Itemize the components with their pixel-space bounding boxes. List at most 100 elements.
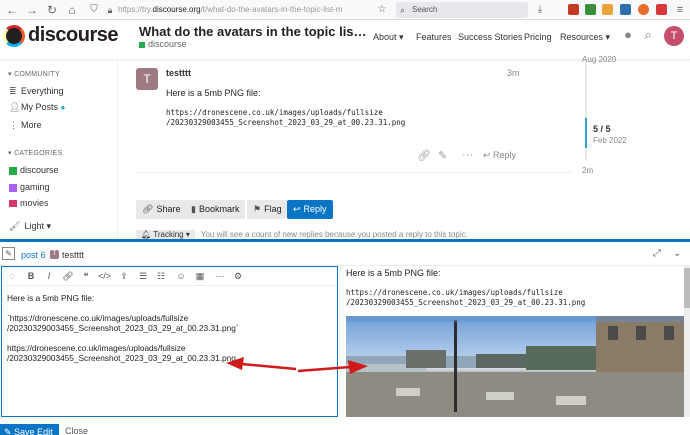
timeline-last-post-ago[interactable]: 2m — [582, 166, 593, 175]
blockquote-icon[interactable]: ❝ — [80, 270, 92, 282]
quote-bubble-icon[interactable]: ◌ — [6, 270, 18, 282]
bold-icon[interactable]: B — [25, 270, 37, 282]
browser-search-input[interactable]: ⌕ Search — [396, 2, 528, 18]
post-avatar[interactable]: T — [136, 68, 158, 90]
share-label: Share — [156, 204, 181, 214]
expand-icon[interactable]: ⤢ — [653, 248, 661, 259]
nav-success-stories[interactable]: Success Stories — [458, 32, 523, 42]
nav-features[interactable]: Features — [416, 32, 452, 42]
sidebar-item-label: More — [21, 120, 42, 130]
save-edit-button[interactable]: ✎ Save Edit — [0, 424, 59, 435]
code-icon[interactable]: </> — [98, 270, 111, 282]
nav-resources[interactable]: Resources ▾ — [560, 32, 610, 43]
browser-search-placeholder: Search — [412, 5, 438, 14]
flag-button[interactable]: ⚑ Flag — [247, 200, 288, 219]
calendar-icon[interactable]: ▦ — [194, 270, 206, 282]
search-icon[interactable]: ⌕ — [640, 27, 656, 43]
link-icon[interactable]: 🔗︎ — [62, 270, 74, 282]
download-icon[interactable]: ⤓ — [532, 2, 548, 18]
sidebar-item-label: Everything — [21, 86, 64, 96]
preview-image — [346, 316, 688, 417]
extension-icon-puzzle[interactable] — [602, 4, 613, 15]
composer-reply-user[interactable]: testttt — [62, 250, 84, 260]
stack-icon: ≣ — [9, 86, 17, 96]
category-color-badge — [9, 183, 17, 192]
timeline-current-date: Feb 2022 — [593, 136, 627, 145]
composer-action-pencil-icon[interactable]: ✎ — [2, 247, 15, 260]
post-username[interactable]: testttt — [166, 68, 191, 78]
timeline-handle[interactable] — [585, 118, 587, 148]
shield-icon[interactable]: ⛉ — [86, 2, 102, 18]
chat-bubble-icon[interactable]: ● — [620, 27, 636, 43]
theme-selector[interactable]: 🖌︎ Light ▾ — [9, 221, 51, 232]
nav-pricing[interactable]: Pricing — [524, 32, 552, 42]
extension-icon-orange[interactable] — [638, 4, 649, 15]
reply-label: Reply — [303, 204, 327, 214]
bookmark-button[interactable]: ▮ Bookmark — [185, 200, 246, 219]
tracking-label: Tracking — [153, 230, 184, 239]
sidebar-item-everything[interactable]: ≣ Everything — [9, 86, 64, 97]
extension-icon-blue[interactable] — [620, 4, 631, 15]
back-icon[interactable]: ← — [4, 2, 20, 18]
home-icon[interactable]: ⌂ — [64, 2, 80, 18]
topic-category-label: discourse — [148, 39, 187, 49]
strikethrough-icon[interactable]: ⋯ — [214, 270, 226, 282]
share-button[interactable]: 🔗︎ Share — [136, 200, 187, 219]
topic-category[interactable]: discourse — [139, 39, 187, 49]
sidebar-item-label: discourse — [20, 165, 59, 175]
theme-label: Light — [24, 221, 44, 231]
bookmark-icon: ▮ — [191, 204, 196, 214]
collapse-chevron-icon[interactable]: ⌄ — [673, 248, 681, 259]
menu-icon[interactable]: ≡ — [672, 2, 688, 18]
tracking-button[interactable]: 🔔︎ Tracking ▾ — [136, 230, 195, 239]
reply-arrow-icon: ↩ — [293, 204, 301, 214]
reload-icon[interactable]: ↻ — [44, 2, 60, 18]
search-icon: ⌕ — [400, 5, 406, 15]
italic-icon[interactable]: I — [43, 270, 55, 282]
sidebar-category-gaming[interactable]: gaming — [9, 182, 50, 192]
composer-post-link[interactable]: post 6 — [21, 250, 46, 260]
preview-url-text: https://dronescene.co.uk/images/uploads/… — [346, 288, 586, 307]
emoji-icon[interactable]: ☺ — [175, 270, 187, 282]
sidebar-categories-header[interactable]: ▾ CATEGORIES — [8, 149, 62, 157]
forward-icon[interactable]: → — [24, 2, 40, 18]
topic-title[interactable]: What do the avatars in the topic lis… — [139, 24, 367, 39]
edit-pencil-icon[interactable]: ✎ — [438, 149, 447, 162]
numbered-list-icon[interactable]: ☷ — [155, 270, 167, 282]
sidebar-item-my-posts[interactable]: 👤︎My Posts ● — [9, 102, 65, 113]
extension-icon-red[interactable] — [656, 4, 667, 15]
composer-textarea-content[interactable]: Here is a 5mb PNG file: `https://dronesc… — [7, 293, 239, 363]
discourse-logo-icon[interactable] — [3, 25, 25, 47]
sidebar-category-discourse[interactable]: discourse — [9, 165, 59, 175]
caret-down-icon: ▾ — [46, 221, 52, 231]
link-icon[interactable]: 🔗︎ — [417, 149, 431, 162]
bullet-list-icon[interactable]: ☰ — [137, 270, 149, 282]
extension-icon-shield[interactable] — [585, 4, 596, 15]
bookmark-star-icon[interactable]: ☆ — [374, 2, 390, 18]
nav-pricing-label: Pricing — [524, 32, 552, 42]
gear-icon[interactable]: ⚙ — [232, 270, 244, 282]
post-time[interactable]: 3m — [507, 68, 520, 78]
sidebar-categories-header-label: CATEGORIES — [14, 150, 63, 157]
post-reply-button[interactable]: ↩ Reply — [483, 150, 516, 161]
more-ellipsis-icon[interactable]: ··· — [462, 149, 473, 161]
lock-icon[interactable]: 🔒︎ — [102, 2, 118, 18]
url-bar[interactable]: https://try.discourse.org/t/what-do-the-… — [118, 2, 390, 18]
nav-about[interactable]: About ▾ — [373, 32, 404, 43]
site-logo-text[interactable]: discourse — [28, 24, 118, 47]
timeline-start-date[interactable]: Aug 2020 — [582, 55, 616, 64]
sidebar-community-header-label: COMMUNITY — [14, 71, 60, 78]
upload-icon[interactable]: ⇪ — [118, 270, 130, 282]
sidebar-item-more[interactable]: ⋮ More — [9, 120, 42, 131]
reply-button[interactable]: ↩ Reply — [287, 200, 333, 219]
sidebar-category-movies[interactable]: movies — [9, 198, 49, 207]
url-domain: discourse.org — [152, 5, 201, 14]
close-composer-button[interactable]: Close — [65, 426, 88, 435]
preview-image-scene — [346, 316, 688, 417]
extension-icon-ublock[interactable] — [568, 4, 579, 15]
user-avatar[interactable]: T — [664, 26, 684, 46]
sidebar-community-header[interactable]: ▾ COMMUNITY — [8, 70, 60, 78]
preview-scrollbar-thumb[interactable] — [684, 268, 690, 308]
link-icon: 🔗︎ — [142, 204, 154, 214]
user-icon: 👤︎ — [9, 102, 21, 112]
